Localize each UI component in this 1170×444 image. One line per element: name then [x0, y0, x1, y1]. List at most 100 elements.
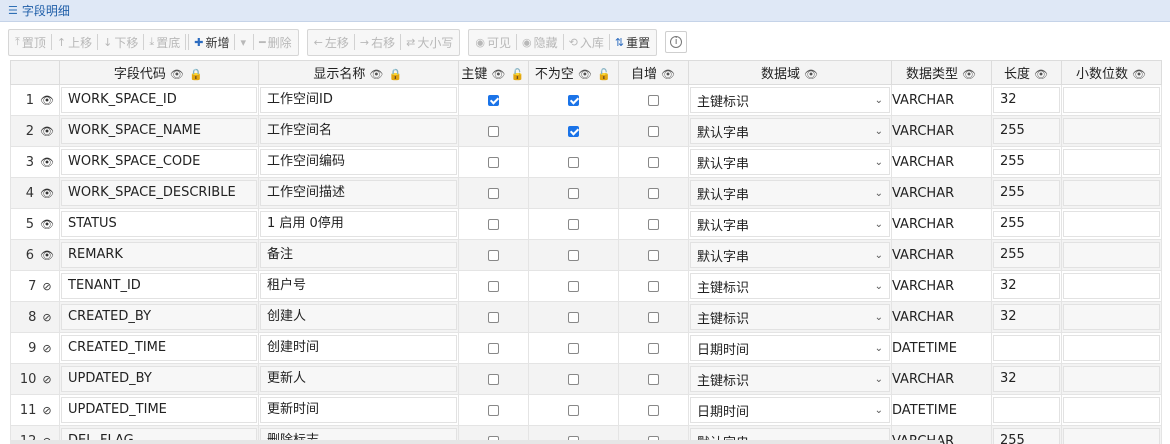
- field-name-input[interactable]: 工作空间编码: [260, 149, 457, 175]
- autoinc-checkbox[interactable]: [648, 404, 659, 416]
- field-code-input[interactable]: TENANT_ID: [61, 273, 257, 299]
- length-input[interactable]: 32: [993, 366, 1060, 392]
- field-code-input[interactable]: WORK_SPACE_ID: [61, 87, 257, 113]
- domain-select[interactable]: 默认字串 ⌄: [690, 242, 890, 268]
- field-code-input[interactable]: WORK_SPACE_NAME: [61, 118, 257, 144]
- autoinc-checkbox[interactable]: [648, 373, 659, 385]
- length-input[interactable]: 255: [993, 118, 1060, 144]
- column-visibility-lock-icon[interactable]: 👁: [661, 68, 676, 81]
- domain-select[interactable]: 日期时间 ⌄: [690, 335, 890, 361]
- field-code-input[interactable]: WORK_SPACE_DESCRIBLE: [61, 180, 257, 206]
- domain-select[interactable]: 主键标识 ⌄: [690, 87, 890, 113]
- domain-select[interactable]: 主键标识 ⌄: [690, 304, 890, 330]
- field-code-input[interactable]: STATUS: [61, 211, 257, 237]
- scale-input[interactable]: [1063, 304, 1160, 330]
- autoinc-checkbox[interactable]: [648, 280, 659, 292]
- column-visibility-lock-icon[interactable]: 👁 🔓: [491, 68, 525, 81]
- horizontal-scrollbar[interactable]: [10, 440, 940, 444]
- info-button[interactable]: i: [665, 31, 688, 53]
- scale-input[interactable]: [1063, 397, 1160, 423]
- column-visibility-lock-icon[interactable]: 👁 🔓: [578, 68, 612, 81]
- column-visibility-lock-icon[interactable]: 👁 🔒: [369, 68, 403, 81]
- autoinc-checkbox[interactable]: [648, 125, 659, 137]
- column-visibility-lock-icon[interactable]: 👁: [962, 68, 977, 81]
- import-button[interactable]: ⟲ 入库: [565, 30, 608, 55]
- domain-select[interactable]: 主键标识 ⌄: [690, 273, 890, 299]
- pk-checkbox[interactable]: [488, 94, 499, 106]
- autoinc-checkbox[interactable]: [648, 249, 659, 261]
- datatype-cell[interactable]: VARCHAR: [891, 301, 992, 333]
- field-name-input[interactable]: 创建人: [260, 304, 457, 330]
- scale-input[interactable]: [1063, 149, 1160, 175]
- column-header-name[interactable]: 显示名称 👁 🔒: [258, 60, 459, 85]
- pk-checkbox[interactable]: [488, 311, 499, 323]
- plus-button[interactable]: ✚ 新增: [190, 30, 233, 55]
- eye-icon[interactable]: 👁: [40, 125, 54, 138]
- field-name-input[interactable]: 创建时间: [260, 335, 457, 361]
- datatype-cell[interactable]: VARCHAR: [891, 177, 992, 209]
- datatype-cell[interactable]: VARCHAR: [891, 115, 992, 147]
- length-input[interactable]: [993, 397, 1060, 423]
- notnull-checkbox[interactable]: [568, 187, 579, 199]
- column-header-rownum[interactable]: [10, 60, 60, 85]
- eye-icon[interactable]: 👁: [40, 187, 54, 200]
- move-up-button[interactable]: ↑ 上移: [53, 30, 96, 55]
- column-visibility-lock-icon[interactable]: 👁 🔒: [170, 68, 204, 81]
- notnull-checkbox[interactable]: [568, 342, 579, 354]
- pk-checkbox[interactable]: [488, 187, 499, 199]
- domain-select[interactable]: 默认字串 ⌄: [690, 118, 890, 144]
- domain-select[interactable]: 默认字串 ⌄: [690, 211, 890, 237]
- domain-select[interactable]: 默认字串 ⌄: [690, 180, 890, 206]
- pk-checkbox[interactable]: [488, 156, 499, 168]
- field-code-input[interactable]: UPDATED_TIME: [61, 397, 257, 423]
- pk-checkbox[interactable]: [488, 125, 499, 137]
- datatype-cell[interactable]: VARCHAR: [891, 363, 992, 395]
- field-name-input[interactable]: 租户号: [260, 273, 457, 299]
- pk-checkbox[interactable]: [488, 373, 499, 385]
- pk-checkbox[interactable]: [488, 280, 499, 292]
- field-name-input[interactable]: 更新人: [260, 366, 457, 392]
- move-top-button[interactable]: ⤒ 置顶: [11, 30, 50, 55]
- length-input[interactable]: 255: [993, 211, 1060, 237]
- field-code-input[interactable]: CREATED_BY: [61, 304, 257, 330]
- datatype-cell[interactable]: DATETIME: [891, 332, 992, 364]
- column-visibility-lock-icon[interactable]: 👁: [804, 68, 819, 81]
- column-visibility-lock-icon[interactable]: 👁: [1034, 68, 1049, 81]
- field-code-input[interactable]: UPDATED_BY: [61, 366, 257, 392]
- scale-input[interactable]: [1063, 273, 1160, 299]
- dropdown-caret-button[interactable]: ▾: [236, 30, 252, 55]
- length-input[interactable]: 32: [993, 87, 1060, 113]
- column-header-code[interactable]: 字段代码 👁 🔒: [59, 60, 259, 85]
- notnull-checkbox[interactable]: [568, 94, 579, 106]
- field-code-input[interactable]: CREATED_TIME: [61, 335, 257, 361]
- autoinc-checkbox[interactable]: [648, 94, 659, 106]
- length-input[interactable]: 255: [993, 149, 1060, 175]
- field-name-input[interactable]: 工作空间名: [260, 118, 457, 144]
- move-bottom-button[interactable]: ⤓ 置底: [145, 30, 184, 55]
- notnull-checkbox[interactable]: [568, 311, 579, 323]
- datatype-cell[interactable]: VARCHAR: [891, 270, 992, 302]
- column-visibility-lock-icon[interactable]: 👁: [1132, 68, 1147, 81]
- scale-input[interactable]: [1063, 335, 1160, 361]
- notnull-checkbox[interactable]: [568, 156, 579, 168]
- notnull-checkbox[interactable]: [568, 373, 579, 385]
- eye-icon[interactable]: 👁: [40, 94, 54, 107]
- autoinc-checkbox[interactable]: [648, 342, 659, 354]
- field-name-input[interactable]: 备注: [260, 242, 457, 268]
- column-header-notnull[interactable]: 不为空 👁 🔓: [528, 60, 619, 85]
- eye-slash-icon[interactable]: ⊘: [42, 280, 51, 293]
- move-down-button[interactable]: ↓ 下移: [99, 30, 142, 55]
- eye-slash-icon[interactable]: ⊘: [42, 404, 51, 417]
- minus-button[interactable]: ━ 删除: [255, 30, 296, 55]
- hidden-eye-button[interactable]: ◉ 隐藏: [518, 30, 562, 55]
- field-code-input[interactable]: REMARK: [61, 242, 257, 268]
- domain-select[interactable]: 主键标识 ⌄: [690, 366, 890, 392]
- arrow-left-button[interactable]: ← 左移: [310, 30, 353, 55]
- column-header-pk[interactable]: 主键 👁 🔓: [458, 60, 529, 85]
- column-header-length[interactable]: 长度 👁: [991, 60, 1062, 85]
- pk-checkbox[interactable]: [488, 404, 499, 416]
- field-name-input[interactable]: 工作空间描述: [260, 180, 457, 206]
- eye-slash-icon[interactable]: ⊘: [42, 311, 51, 324]
- pk-checkbox[interactable]: [488, 218, 499, 230]
- field-name-input[interactable]: 更新时间: [260, 397, 457, 423]
